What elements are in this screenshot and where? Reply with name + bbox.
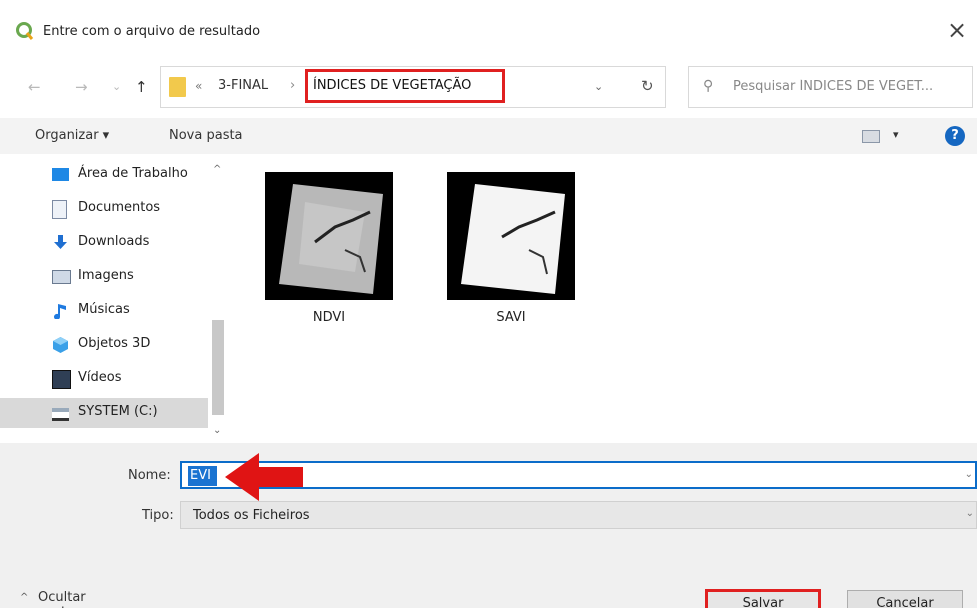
- folder-icon: [169, 77, 186, 97]
- navigation-bar: ← → ⌄ ↑ « 3-FINAL › ÍNDICES DE VEGETAÇÃO…: [0, 58, 977, 116]
- sidebar-item-videos[interactable]: Vídeos: [0, 364, 208, 394]
- file-list: NDVI SAVI: [232, 160, 977, 438]
- documents-icon: [52, 200, 67, 219]
- savi-thumbnail-image: [447, 172, 575, 300]
- file-type-select[interactable]: Todos os Ficheiros ⌄: [180, 501, 977, 529]
- file-name-savi: SAVI: [496, 310, 526, 325]
- sidebar-item-system-drive[interactable]: SYSTEM (C:): [0, 398, 208, 428]
- file-save-dialog: Entre com o arquivo de resultado × ← → ⌄…: [0, 0, 977, 608]
- help-icon[interactable]: ?: [945, 126, 965, 146]
- qgis-logo-icon: [16, 22, 34, 40]
- sidebar-item-label: Objetos 3D: [78, 336, 151, 351]
- file-type-label: Tipo:: [142, 508, 174, 523]
- scroll-up-icon[interactable]: ^: [213, 164, 221, 175]
- close-icon[interactable]: ×: [947, 16, 967, 44]
- recent-locations-chevron-icon[interactable]: ⌄: [112, 80, 121, 93]
- videos-icon: [52, 370, 71, 389]
- red-arrow-annotation-icon: [225, 453, 303, 501]
- file-name-label: Nome:: [128, 468, 171, 483]
- search-icon: ⚲: [703, 78, 714, 94]
- cancel-button[interactable]: Cancelar: [847, 590, 963, 608]
- navigation-pane: Área de Trabalho Documentos Downloads Im…: [0, 160, 230, 438]
- music-icon: [54, 304, 66, 319]
- scroll-down-icon[interactable]: ⌄: [213, 425, 221, 436]
- view-options-icon[interactable]: [862, 130, 880, 143]
- new-folder-button[interactable]: Nova pasta: [169, 128, 243, 143]
- ndvi-thumbnail-image: [265, 172, 393, 300]
- downloads-icon: [54, 235, 67, 249]
- highlight-box-folder: [305, 69, 505, 103]
- breadcrumb-separator-icon[interactable]: ›: [290, 78, 295, 93]
- breadcrumb-item-3-final[interactable]: 3-FINAL: [218, 78, 268, 93]
- sidebar-item-music[interactable]: Músicas: [0, 296, 208, 326]
- breadcrumb-overflow-icon[interactable]: «: [195, 79, 202, 93]
- objects3d-icon: [53, 337, 68, 353]
- file-type-value: Todos os Ficheiros: [193, 508, 310, 523]
- desktop-icon: [52, 168, 69, 181]
- sidebar-item-label: Área de Trabalho: [78, 166, 188, 181]
- sidebar-item-label: SYSTEM (C:): [78, 404, 158, 419]
- window-title: Entre com o arquivo de resultado: [43, 24, 261, 39]
- search-input[interactable]: ⚲ Pesquisar ÍNDICES DE VEGET...: [688, 66, 973, 108]
- organize-button[interactable]: Organizar ▾: [35, 128, 109, 143]
- hide-folders-label: Ocultar pastas: [38, 590, 86, 608]
- address-dropdown-icon[interactable]: ⌄: [594, 80, 603, 93]
- sidebar-item-pictures[interactable]: Imagens: [0, 262, 208, 292]
- drive-icon: [52, 408, 69, 421]
- hide-folders-caret-icon: ^: [20, 592, 29, 603]
- file-name-ndvi: NDVI: [312, 310, 346, 325]
- refresh-icon[interactable]: ↻: [641, 77, 654, 95]
- sidebar-item-documents[interactable]: Documentos: [0, 194, 208, 224]
- sidebar-item-label: Vídeos: [78, 370, 122, 385]
- forward-arrow-icon[interactable]: →: [75, 78, 88, 96]
- search-placeholder: Pesquisar ÍNDICES DE VEGET...: [733, 79, 934, 94]
- sidebar-item-label: Documentos: [78, 200, 161, 215]
- sidebar-item-label: Músicas: [78, 302, 130, 317]
- sidebar-item-3d-objects[interactable]: Objetos 3D: [0, 330, 208, 360]
- file-item-ndvi[interactable]: [265, 172, 393, 300]
- sidebar-item-downloads[interactable]: Downloads: [0, 228, 208, 258]
- file-name-selected-text[interactable]: EVI: [188, 466, 217, 486]
- file-item-savi[interactable]: [447, 172, 575, 300]
- save-form: Nome: EVI ⌄ Tipo: Todos os Ficheiros ⌄: [0, 443, 977, 608]
- address-bar[interactable]: « 3-FINAL › ÍNDICES DE VEGETAÇÃO ⌄ ↻: [160, 66, 666, 108]
- sidebar-item-label: Imagens: [78, 268, 134, 283]
- scrollbar-thumb[interactable]: [212, 320, 224, 415]
- back-arrow-icon[interactable]: ←: [28, 78, 41, 96]
- command-bar: Organizar ▾ Nova pasta ▾ ?: [0, 118, 977, 154]
- pictures-icon: [52, 270, 71, 284]
- sidebar-item-label: Downloads: [78, 234, 150, 249]
- sidebar-scrollbar[interactable]: ^ ⌄: [208, 160, 228, 440]
- title-bar: Entre com o arquivo de resultado ×: [0, 0, 977, 58]
- file-type-dropdown-icon[interactable]: ⌄: [966, 508, 974, 519]
- up-arrow-icon[interactable]: ↑: [135, 78, 148, 96]
- save-button[interactable]: Salvar: [705, 589, 821, 608]
- sidebar-item-desktop[interactable]: Área de Trabalho: [0, 160, 208, 190]
- file-name-dropdown-icon[interactable]: ⌄: [965, 469, 973, 480]
- view-options-caret-icon[interactable]: ▾: [893, 128, 899, 141]
